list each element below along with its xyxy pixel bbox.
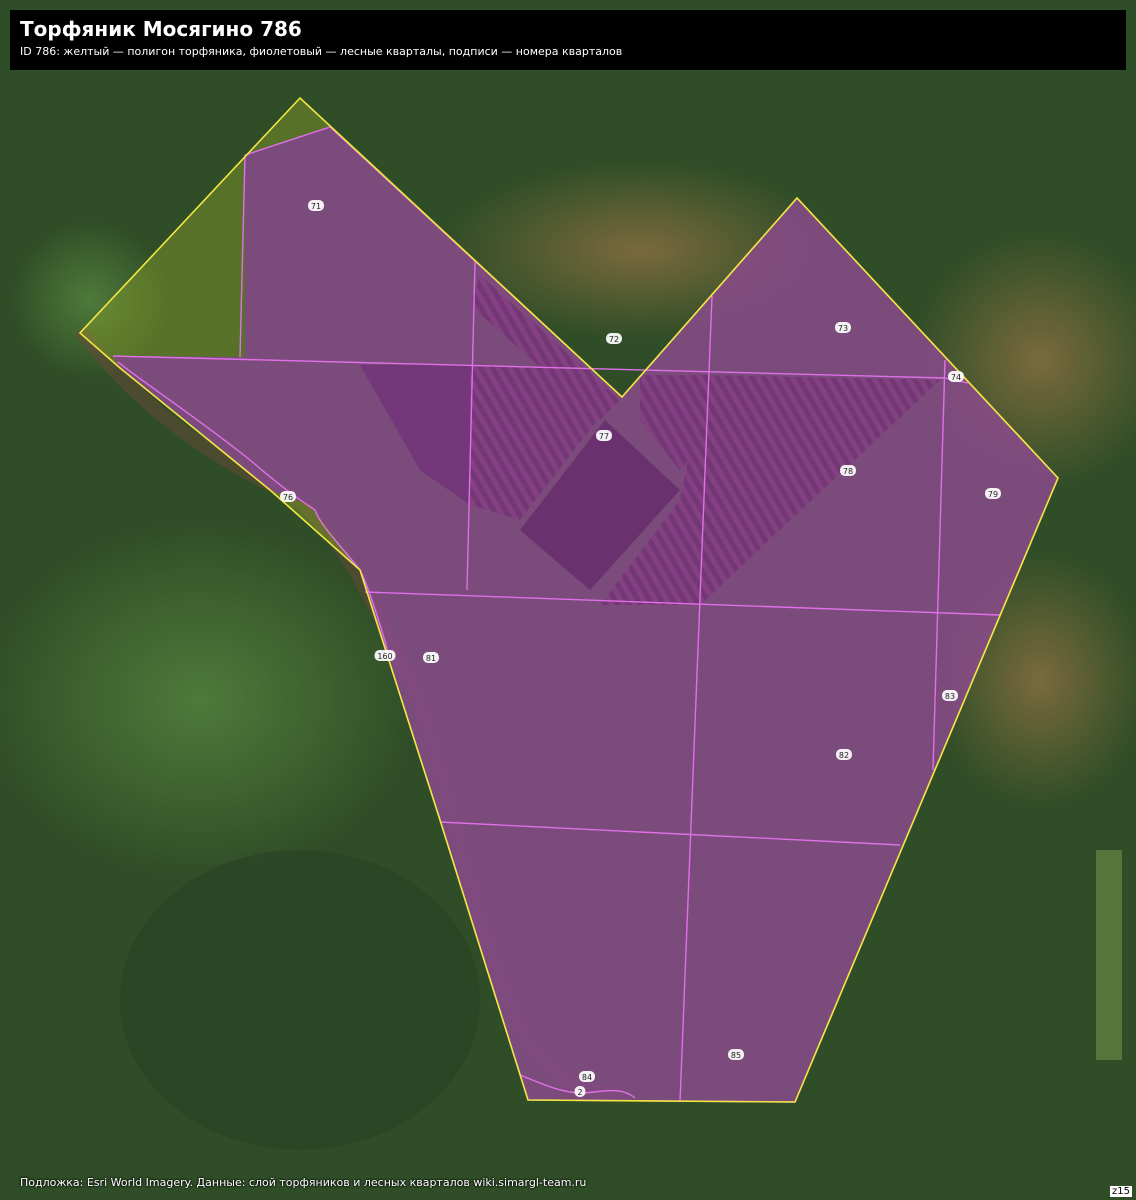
quarter-label-2[interactable]: 2 <box>574 1086 586 1097</box>
quarter-label-160[interactable]: 160 <box>374 650 396 661</box>
zoom-level-badge: z15 <box>1110 1186 1132 1197</box>
quarter-label-83[interactable]: 83 <box>942 690 958 701</box>
quarter-label-74[interactable]: 74 <box>948 371 964 382</box>
quarter-number: 72 <box>609 335 619 344</box>
quarter-number: 85 <box>731 1051 741 1060</box>
map-title: Торфяник Мосягино 786 <box>20 17 302 41</box>
quarter-number: 84 <box>582 1073 592 1082</box>
quarter-label-81[interactable]: 81 <box>423 652 439 663</box>
quarter-number: 78 <box>843 467 853 476</box>
map-subtitle: ID 786: желтый — полигон торфяника, фиол… <box>20 45 623 58</box>
quarter-label-76[interactable]: 76 <box>280 491 296 502</box>
quarter-label-84[interactable]: 84 <box>579 1071 595 1082</box>
quarter-label-71[interactable]: 71 <box>308 200 324 211</box>
quarter-number: 81 <box>426 654 436 663</box>
quarter-number: 76 <box>283 493 293 502</box>
quarter-number: 71 <box>311 202 321 211</box>
quarter-label-77[interactable]: 77 <box>596 430 612 441</box>
quarter-number: 82 <box>839 751 849 760</box>
quarter-number: 160 <box>377 652 392 661</box>
map-header: Торфяник Мосягино 786 ID 786: желтый — п… <box>10 10 1126 70</box>
field-strip <box>1096 850 1122 1060</box>
quarter-label-72[interactable]: 72 <box>606 333 622 344</box>
quarter-number: 77 <box>599 432 609 441</box>
quarter-number: 74 <box>951 373 961 382</box>
attribution-text: Подложка: Esri World Imagery. Данные: сл… <box>20 1176 587 1189</box>
map-canvas[interactable]: 71 72 73 74 76 77 78 79 160 81 83 82 84 85 2 <box>0 0 1136 1200</box>
map-page: 71 72 73 74 76 77 78 79 160 81 83 82 84 85 2 Торфяник … <box>0 0 1136 1200</box>
quarter-number: 73 <box>838 324 848 333</box>
quarter-number: 2 <box>577 1088 582 1097</box>
quarter-label-85[interactable]: 85 <box>728 1049 744 1060</box>
quarter-label-79[interactable]: 79 <box>985 488 1001 499</box>
quarter-label-78[interactable]: 78 <box>840 465 856 476</box>
quarter-label-73[interactable]: 73 <box>835 322 851 333</box>
quarter-number: 83 <box>945 692 955 701</box>
quarter-number: 79 <box>988 490 998 499</box>
quarter-label-82[interactable]: 82 <box>836 749 852 760</box>
